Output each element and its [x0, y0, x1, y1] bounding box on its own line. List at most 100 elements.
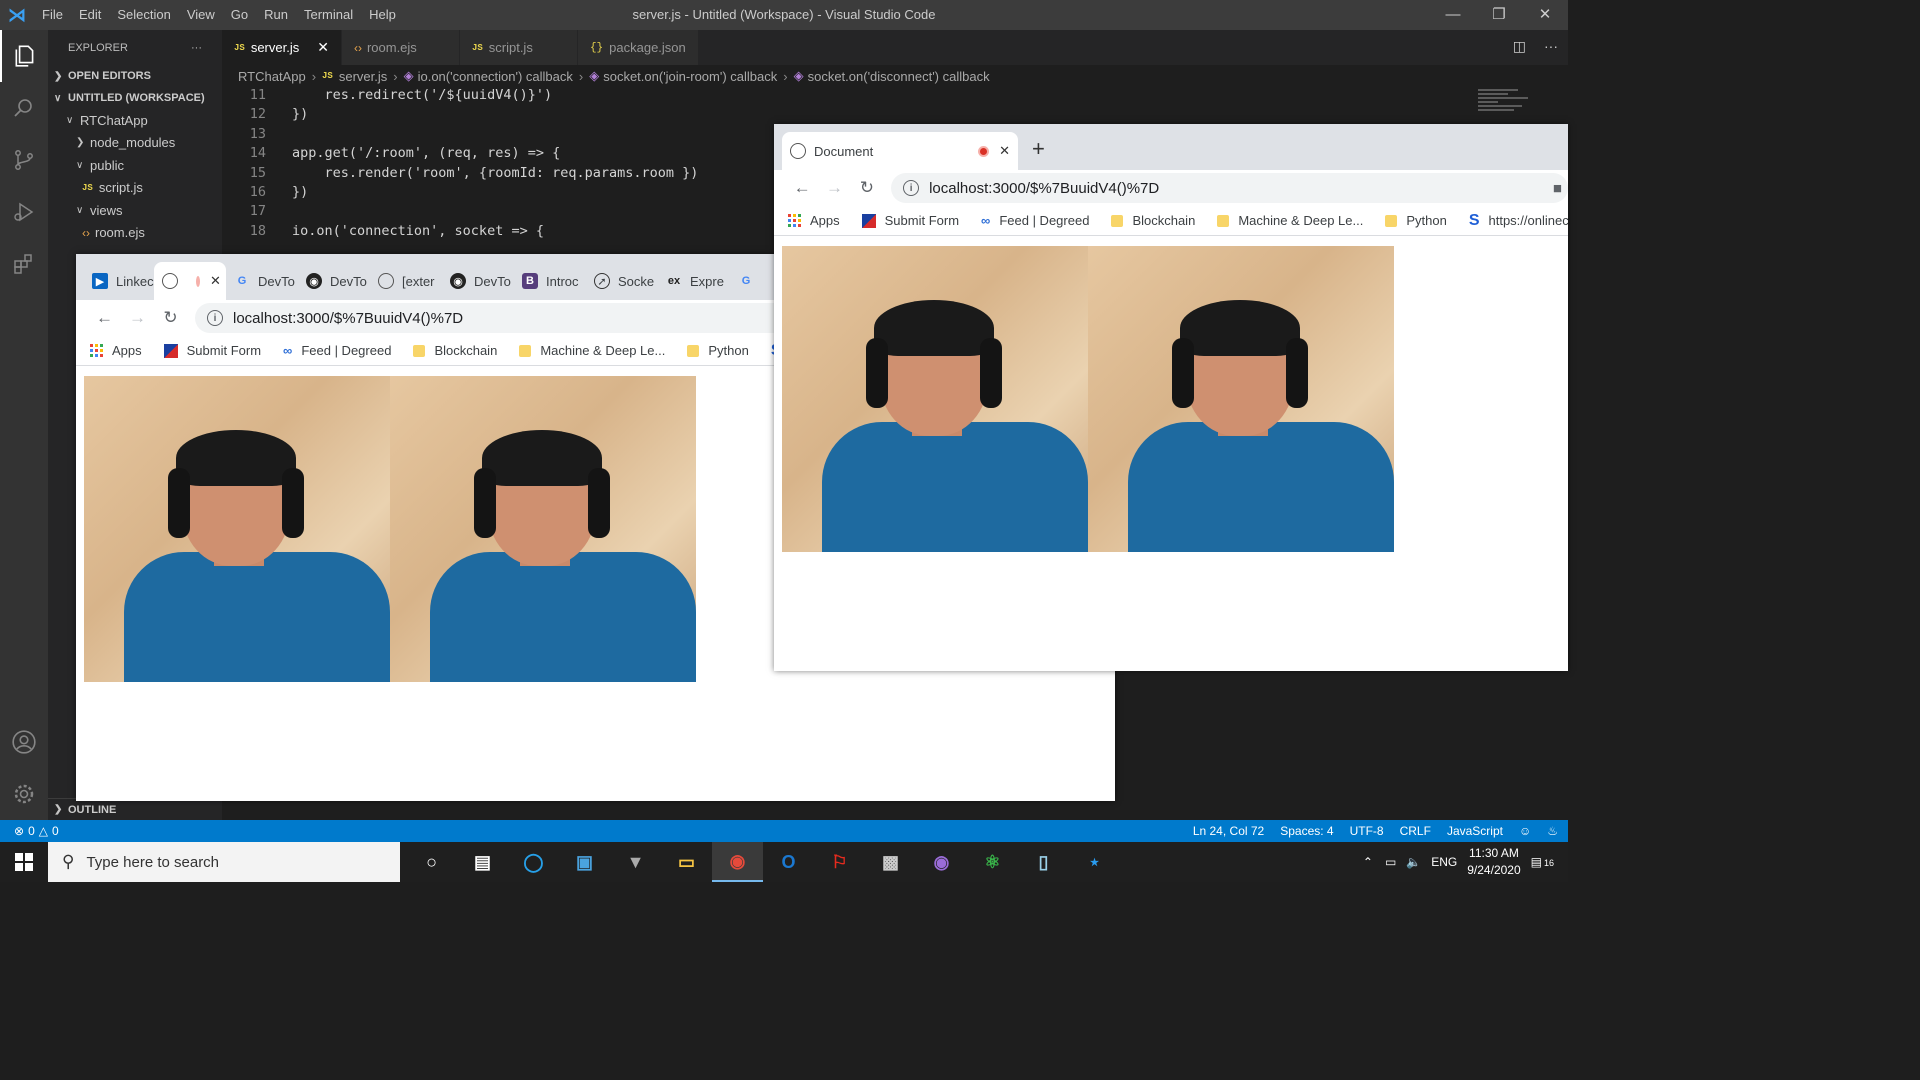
address-bar[interactable]: i localhost:3000/$%7BuuidV4()%7D ■ [891, 173, 1568, 203]
outlook-icon[interactable]: O [763, 842, 814, 882]
notes-icon[interactable]: ▯ [1018, 842, 1069, 882]
menu-view[interactable]: View [179, 0, 223, 30]
bookmark-degreed[interactable]: ∞ Feed | Degreed [283, 343, 391, 358]
chevron-up-icon[interactable]: ⌃ [1363, 855, 1373, 869]
more-actions-icon[interactable]: ··· [1544, 38, 1558, 55]
extensions-icon[interactable] [0, 238, 48, 290]
close-window-button[interactable]: ✕ [1522, 0, 1568, 30]
breadcrumb-item[interactable]: server.js [339, 69, 387, 84]
browser-tab-active[interactable]: ✕ [154, 262, 226, 300]
close-icon[interactable]: ✕ [210, 273, 221, 289]
split-editor-icon[interactable]: ◫ [1513, 38, 1526, 55]
tree-folder-views[interactable]: ∨ views [48, 199, 222, 222]
close-icon[interactable]: ✕ [999, 143, 1010, 159]
bookmark-python[interactable]: Python [687, 343, 749, 358]
back-icon[interactable]: ← [786, 178, 818, 198]
bookmark-blockchain[interactable]: Blockchain [413, 343, 497, 358]
file-explorer-icon[interactable]: ▭ [661, 842, 712, 882]
outline-section[interactable]: ❯ OUTLINE [48, 798, 222, 820]
task-view-icon[interactable]: ▤ [457, 842, 508, 882]
camera-icon[interactable]: ■ [1553, 180, 1562, 197]
browser-tab[interactable]: G [730, 262, 760, 300]
tab-server-js[interactable]: JS server.js ✕ [222, 30, 342, 65]
open-editors-section[interactable]: ❯ OPEN EDITORS [48, 65, 222, 87]
explorer-icon[interactable] [0, 30, 48, 82]
bell-icon[interactable]: ♨ [1547, 824, 1558, 838]
browser-tab[interactable]: ◉ DevTo [442, 262, 514, 300]
browser-tab-active[interactable]: Document ✕ [782, 132, 1018, 170]
tree-folder-rtchatapp[interactable]: ∨ RTChatApp [48, 109, 222, 132]
run-debug-icon[interactable] [0, 186, 48, 238]
workspace-section[interactable]: ∨ UNTITLED (WORKSPACE) [48, 87, 222, 109]
bookmark-machine-learning[interactable]: Machine & Deep Le... [1217, 213, 1363, 228]
browser-tab[interactable]: ex Expre [658, 262, 730, 300]
tab-room-ejs[interactable]: ‹› room.ejs [341, 30, 460, 65]
problems-indicator[interactable]: ⊗ 0 △ 0 [0, 824, 59, 838]
browser-tab[interactable]: ◉ DevTo [298, 262, 370, 300]
menu-help[interactable]: Help [361, 0, 404, 30]
feedback-icon[interactable]: ☺ [1519, 824, 1531, 838]
menu-go[interactable]: Go [223, 0, 256, 30]
close-icon[interactable]: ✕ [317, 39, 329, 56]
new-tab-button[interactable]: + [1032, 136, 1045, 162]
terminal-icon[interactable]: ▩ [865, 842, 916, 882]
menu-selection[interactable]: Selection [109, 0, 178, 30]
bookmark-python[interactable]: Python [1385, 213, 1447, 228]
more-actions-icon[interactable]: ··· [191, 42, 202, 54]
tab-package-json[interactable]: {} package.json [577, 30, 699, 65]
github-desktop-icon[interactable]: ◉ [916, 842, 967, 882]
bookmark-submit-form[interactable]: Submit Form [861, 213, 959, 228]
forward-icon[interactable]: → [121, 308, 154, 328]
vscode-taskbar-icon[interactable]: ⋆ [1069, 842, 1120, 882]
browser-tab[interactable]: [exter [370, 262, 442, 300]
gear-icon[interactable] [0, 768, 48, 820]
info-icon[interactable]: i [903, 180, 920, 196]
bookmark-degreed[interactable]: ∞ Feed | Degreed [981, 213, 1089, 228]
language-indicator[interactable]: ENG [1431, 855, 1457, 869]
minimize-button[interactable]: — [1430, 0, 1476, 30]
bookmark-submit-form[interactable]: Submit Form [163, 343, 261, 358]
menu-file[interactable]: File [34, 0, 71, 30]
bookmark-online-course[interactable]: S https://onlinecours... [1469, 212, 1568, 230]
tree-folder-public[interactable]: ∨ public [48, 154, 222, 177]
breadcrumb-item[interactable]: RTChatApp [238, 69, 306, 84]
breadcrumb-item[interactable]: socket.on('disconnect') callback [808, 69, 990, 84]
reload-icon[interactable]: ↻ [851, 178, 883, 198]
encoding[interactable]: UTF-8 [1350, 824, 1384, 838]
windows-start-icon[interactable] [0, 842, 48, 882]
restore-button[interactable]: ❐ [1476, 0, 1522, 30]
indentation[interactable]: Spaces: 4 [1280, 824, 1333, 838]
breadcrumb-item[interactable]: socket.on('join-room') callback [603, 69, 777, 84]
info-icon[interactable]: i [207, 310, 223, 326]
predator-icon[interactable]: ▼ [610, 842, 661, 882]
browser-tab[interactable]: G DevTo [226, 262, 298, 300]
minimap[interactable] [1478, 87, 1538, 127]
menu-edit[interactable]: Edit [71, 0, 109, 30]
chrome-icon[interactable]: ◉ [712, 842, 763, 882]
edge-icon[interactable]: ◯ [508, 842, 559, 882]
forward-icon[interactable]: → [818, 178, 850, 198]
bookmark-machine-learning[interactable]: Machine & Deep Le... [519, 343, 665, 358]
cursor-position[interactable]: Ln 24, Col 72 [1193, 824, 1264, 838]
atom-icon[interactable]: ⚛ [967, 842, 1018, 882]
browser-tab[interactable]: ▶ Linkec [84, 262, 154, 300]
tree-file-script-js[interactable]: JS script.js [48, 177, 222, 200]
clock[interactable]: 11:30 AM 9/24/2020 [1467, 845, 1520, 879]
reload-icon[interactable]: ↻ [154, 308, 187, 328]
browser-tab[interactable]: B Introc [514, 262, 586, 300]
source-control-icon[interactable] [0, 134, 48, 186]
tree-file-room-ejs[interactable]: ‹› room.ejs [48, 222, 222, 245]
end-of-line[interactable]: CRLF [1400, 824, 1431, 838]
accounts-icon[interactable] [0, 716, 48, 768]
search-icon[interactable] [0, 82, 48, 134]
menu-run[interactable]: Run [256, 0, 296, 30]
tree-folder-node-modules[interactable]: ❯ node_modules [48, 132, 222, 155]
language-mode[interactable]: JavaScript [1447, 824, 1503, 838]
volume-icon[interactable]: 🔈 [1406, 855, 1421, 869]
store-icon[interactable]: ▣ [559, 842, 610, 882]
acrobat-icon[interactable]: ⚐ [814, 842, 865, 882]
battery-icon[interactable]: ▭ [1385, 855, 1396, 869]
breadcrumb-item[interactable]: io.on('connection') callback [418, 69, 573, 84]
back-icon[interactable]: ← [88, 308, 121, 328]
bookmark-apps[interactable]: Apps [788, 213, 840, 228]
